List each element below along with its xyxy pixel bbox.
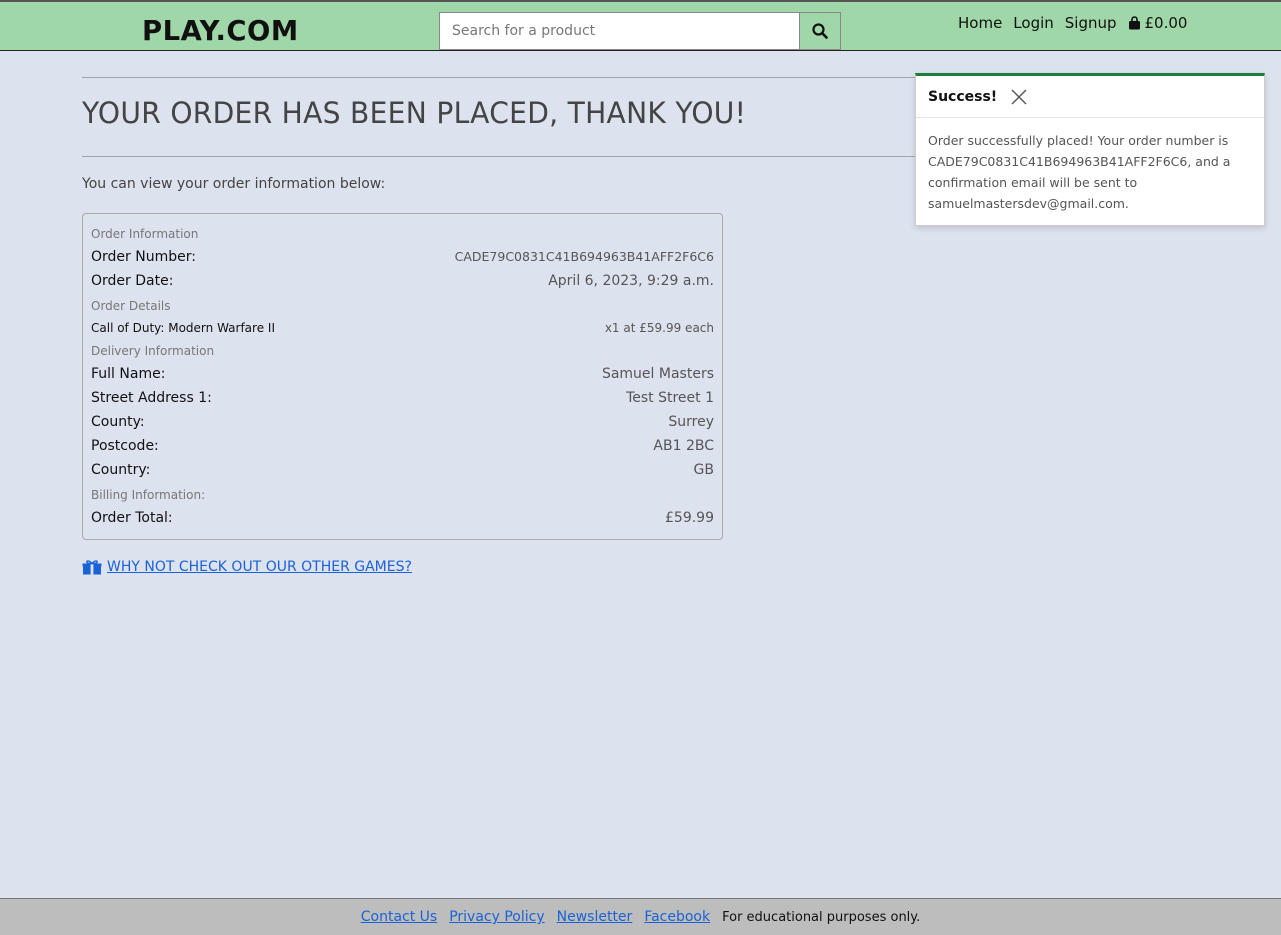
street-address-value: Test Street 1 — [626, 390, 714, 406]
order-number-label: Order Number: — [91, 249, 196, 265]
country-value: GB — [693, 462, 714, 478]
footer-contact-link[interactable]: Contact Us — [361, 909, 437, 925]
top-navbar: PLAY.COM Home Login Signup £0.00 — [0, 0, 1281, 51]
footer-note: For educational purposes only. — [722, 909, 921, 925]
success-toast: Success! Order successfully placed! Your… — [915, 73, 1265, 226]
postcode-value: AB1 2BC — [653, 438, 714, 454]
footer-newsletter-link[interactable]: Newsletter — [557, 909, 633, 925]
delivery-info-heading: Delivery Information — [91, 344, 215, 358]
shopping-bag-icon — [1128, 16, 1140, 30]
search-button[interactable] — [799, 13, 840, 49]
order-summary-card: Order Information Order Number: CADE79C0… — [82, 213, 723, 540]
full-name-value: Samuel Masters — [601, 366, 714, 382]
cart-total: £0.00 — [1144, 14, 1188, 32]
intro-text: You can view your order information belo… — [82, 176, 386, 192]
toast-header: Success! — [916, 76, 1264, 118]
toast-message: Order successfully placed! Your order nu… — [928, 133, 1231, 211]
order-total-value: £59.99 — [665, 510, 714, 526]
billing-info-heading: Billing Information: — [91, 488, 206, 502]
nav-login-link[interactable]: Login — [1013, 14, 1053, 32]
country-label: Country: — [91, 462, 151, 478]
nav-home-link[interactable]: Home — [958, 14, 1002, 32]
nav-signup-link[interactable]: Signup — [1065, 14, 1117, 32]
page-title: YOUR ORDER HAS BEEN PLACED, THANK YOU! — [82, 96, 747, 130]
street-address-label: Street Address 1: — [91, 390, 212, 406]
order-total-label: Order Total: — [91, 510, 173, 526]
close-icon — [1011, 89, 1027, 104]
postcode-label: Postcode: — [91, 438, 159, 454]
order-date-value: April 6, 2023, 9:29 a.m. — [548, 273, 714, 289]
county-label: County: — [91, 414, 145, 430]
other-games-label: WHY NOT CHECK OUT OUR OTHER GAMES? — [107, 559, 412, 575]
footer-privacy-link[interactable]: Privacy Policy — [449, 909, 544, 925]
search-bar — [439, 12, 841, 50]
footer-facebook-link[interactable]: Facebook — [644, 909, 710, 925]
order-info-heading: Order Information — [91, 227, 199, 241]
toast-close-button[interactable] — [1011, 89, 1027, 105]
other-games-link[interactable]: WHY NOT CHECK OUT OUR OTHER GAMES? — [82, 559, 412, 575]
toast-title: Success! — [928, 88, 998, 105]
gift-icon — [82, 559, 102, 574]
site-logo[interactable]: PLAY.COM — [142, 14, 299, 47]
search-input[interactable] — [440, 13, 799, 49]
site-footer: Contact Us Privacy Policy Newsletter Fac… — [0, 898, 1281, 935]
order-number-value: CADE79C0831C41B694963B41AFF2F6C6 — [454, 249, 714, 264]
full-name-label: Full Name: — [91, 366, 166, 382]
order-details-heading: Order Details — [91, 299, 171, 313]
county-value: Surrey — [668, 414, 714, 430]
order-item-name: Call of Duty: Modern Warfare II — [91, 321, 275, 335]
order-item-quantity: x1 at £59.99 each — [604, 321, 714, 335]
search-icon — [812, 23, 828, 39]
order-date-label: Order Date: — [91, 273, 174, 289]
cart-link[interactable]: £0.00 — [1128, 14, 1188, 32]
main-nav: Home Login Signup £0.00 — [958, 14, 1187, 32]
